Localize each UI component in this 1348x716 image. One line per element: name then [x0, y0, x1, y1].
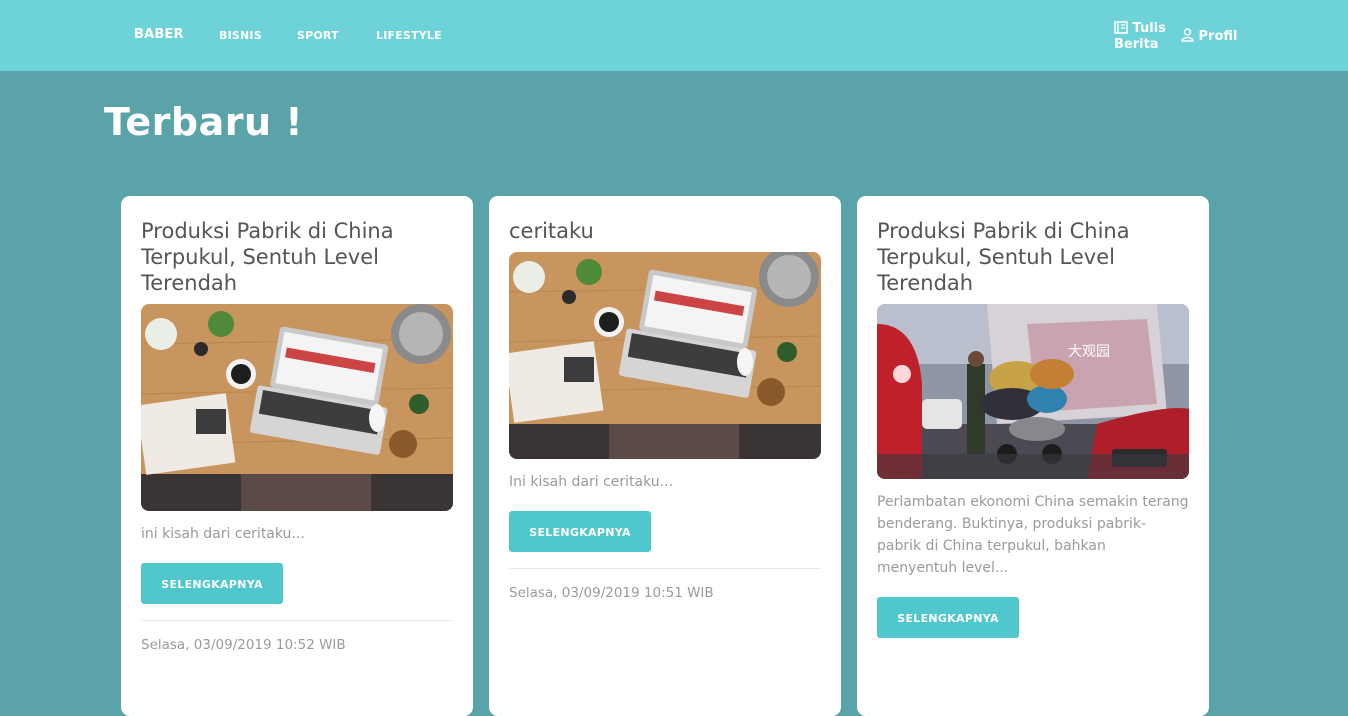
card-date: Selasa, 03/09/2019 10:51 WIB: [509, 585, 714, 601]
read-more-button[interactable]: SELENGKAPNYA: [509, 511, 651, 552]
card-excerpt: ini kisah dari ceritaku...: [141, 526, 305, 542]
divider: [509, 568, 821, 569]
newspaper-icon: [1114, 21, 1133, 36]
card-image: [509, 252, 821, 459]
card-image: [141, 304, 453, 511]
divider: [141, 620, 453, 621]
card-excerpt: Ini kisah dari ceritaku...: [509, 474, 674, 490]
news-card: ceritaku Ini kisah dari ceritaku... SELE…: [489, 196, 841, 716]
page-title: Terbaru !: [104, 100, 304, 144]
news-card: Produksi Pabrik di China Terpukul, Sentu…: [857, 196, 1209, 716]
brand-logo[interactable]: BABER: [134, 27, 184, 42]
write-news-label-1: Tulis: [1132, 21, 1166, 36]
card-excerpt: Perlambatan ekonomi China semakin terang…: [877, 494, 1189, 576]
nav-link-lifestyle[interactable]: LIFESTYLE: [376, 29, 442, 42]
write-news-label-2: Berita: [1114, 37, 1159, 52]
navbar: BABER BISNIS SPORT LIFESTYLE Tulis Berit…: [0, 0, 1348, 71]
card-title[interactable]: Produksi Pabrik di China Terpukul, Sentu…: [877, 196, 1189, 296]
user-icon: [1181, 28, 1199, 44]
nav-link-sport[interactable]: SPORT: [297, 29, 339, 42]
nav-link-bisnis[interactable]: BISNIS: [219, 29, 262, 42]
card-date: Selasa, 03/09/2019 10:52 WIB: [141, 637, 346, 653]
card-title[interactable]: Produksi Pabrik di China Terpukul, Sentu…: [141, 196, 453, 296]
write-news-link[interactable]: Tulis Berita: [1114, 21, 1166, 53]
read-more-button[interactable]: SELENGKAPNYA: [877, 597, 1019, 638]
card-title[interactable]: ceritaku: [509, 196, 821, 244]
card-image: 大观园: [877, 304, 1189, 479]
news-card: Produksi Pabrik di China Terpukul, Sentu…: [121, 196, 473, 716]
store-sign: 大观园: [1068, 344, 1110, 360]
profile-label: Profil: [1198, 29, 1238, 44]
read-more-button[interactable]: SELENGKAPNYA: [141, 563, 283, 604]
profile-link[interactable]: Profil: [1181, 28, 1238, 45]
